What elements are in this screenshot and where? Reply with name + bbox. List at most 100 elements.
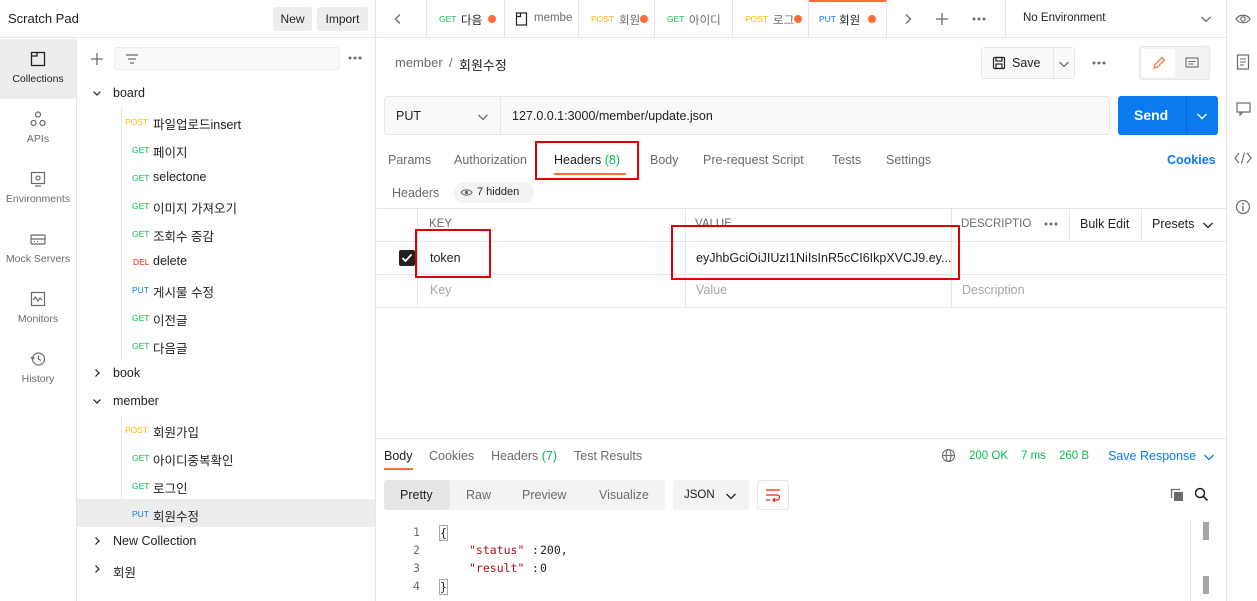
- pretty-button[interactable]: Pretty: [384, 480, 450, 510]
- chevron-right-icon[interactable]: [903, 13, 913, 25]
- preview-button[interactable]: Preview: [522, 488, 566, 502]
- bulk-edit-button[interactable]: Bulk Edit: [1080, 217, 1129, 231]
- code-icon[interactable]: [1234, 152, 1252, 164]
- save-button[interactable]: Save: [981, 47, 1075, 79]
- scrollbar[interactable]: [1203, 522, 1209, 540]
- more-options-icon[interactable]: [1092, 61, 1106, 65]
- hidden-headers-toggle[interactable]: 7 hidden: [454, 182, 534, 203]
- chevron-down-icon[interactable]: [1203, 452, 1215, 462]
- request-item[interactable]: GET 로그인: [77, 471, 375, 499]
- url-bar: PUT 127.0.0.1:3000/member/update.json: [384, 96, 1110, 135]
- tab-prerequest-script[interactable]: Pre-request Script: [703, 153, 804, 167]
- chevron-down-icon[interactable]: [477, 112, 489, 122]
- response-tab-headers[interactable]: Headers (7): [491, 449, 557, 463]
- request-tab[interactable]: POST 로그: [733, 0, 809, 38]
- tab-tests[interactable]: Tests: [832, 153, 861, 167]
- plus-icon[interactable]: [90, 52, 104, 66]
- edit-mode-button[interactable]: [1142, 49, 1175, 77]
- folder-member[interactable]: member: [77, 387, 375, 415]
- request-item[interactable]: GET 조회수 증감: [77, 219, 375, 247]
- send-button[interactable]: Send: [1118, 96, 1218, 135]
- new-description-placeholder[interactable]: Description: [962, 283, 1025, 297]
- tab-scroll-left[interactable]: [377, 0, 427, 38]
- folder-new-collection[interactable]: New Collection: [77, 527, 375, 555]
- request-tab[interactable]: GET 다음: [427, 0, 505, 38]
- request-item[interactable]: GET 이전글: [77, 303, 375, 331]
- breadcrumb-parent[interactable]: member: [395, 55, 443, 70]
- wrap-lines-button[interactable]: [757, 480, 789, 510]
- more-options-icon[interactable]: [972, 17, 986, 21]
- tab-settings[interactable]: Settings: [886, 153, 931, 167]
- more-options-icon[interactable]: [348, 56, 362, 60]
- rail-history[interactable]: History: [0, 339, 76, 399]
- header-enabled-checkbox[interactable]: [399, 250, 415, 266]
- apis-icon: [30, 111, 46, 127]
- new-button[interactable]: New: [273, 7, 312, 31]
- documentation-icon[interactable]: [1236, 54, 1250, 70]
- json-key: "result": [469, 561, 525, 575]
- rail-environments[interactable]: Environments: [0, 159, 76, 219]
- rail-monitors[interactable]: Monitors: [0, 279, 76, 339]
- chevron-down-icon[interactable]: [1058, 59, 1070, 69]
- request-item[interactable]: POST 파일업로드insert: [77, 107, 375, 135]
- cookies-link[interactable]: Cookies: [1167, 153, 1216, 167]
- url-input[interactable]: 127.0.0.1:3000/member/update.json: [512, 109, 713, 123]
- rail-apis[interactable]: APIs: [0, 99, 76, 159]
- request-label: 이미지 가져오기: [153, 202, 237, 216]
- request-item[interactable]: POST 회원가입: [77, 415, 375, 443]
- rail-collections[interactable]: Collections: [0, 39, 76, 99]
- environment-selector[interactable]: No Environment: [1023, 12, 1105, 24]
- copy-icon[interactable]: [1170, 488, 1184, 502]
- folder-hoewon[interactable]: 회원: [77, 555, 375, 583]
- new-key-placeholder[interactable]: Key: [430, 283, 452, 297]
- request-tab[interactable]: membe: [505, 0, 579, 38]
- tab-body[interactable]: Body: [650, 153, 679, 167]
- response-body-editor[interactable]: 1 2 3 4 { "status" : 200, "result" : 0 }: [377, 520, 1226, 601]
- request-item[interactable]: GET 이미지 가져오기: [77, 191, 375, 219]
- save-response-button[interactable]: Save Response: [1108, 449, 1196, 463]
- new-value-placeholder[interactable]: Value: [696, 283, 727, 297]
- comments-icon[interactable]: [1236, 102, 1251, 116]
- search-icon[interactable]: [1194, 487, 1209, 502]
- request-label: 파일업로드insert: [153, 118, 242, 132]
- filter-input[interactable]: [114, 47, 340, 70]
- chevron-down-icon[interactable]: [1202, 220, 1214, 230]
- comment-icon[interactable]: [1185, 57, 1199, 70]
- line-number: 4: [413, 579, 420, 593]
- response-tab-cookies[interactable]: Cookies: [429, 449, 474, 463]
- method-selector[interactable]: PUT: [396, 109, 421, 123]
- more-options-icon[interactable]: [1044, 222, 1058, 226]
- format-selector[interactable]: JSON: [673, 480, 749, 510]
- folder-board[interactable]: board: [77, 79, 375, 107]
- info-icon[interactable]: [1235, 199, 1251, 215]
- request-item[interactable]: GET 아이디중복확인: [77, 443, 375, 471]
- visualize-button[interactable]: Visualize: [599, 488, 649, 502]
- request-item[interactable]: GET selectone: [77, 163, 375, 191]
- method-badge: PUT: [132, 509, 149, 519]
- presets-dropdown[interactable]: Presets: [1152, 217, 1194, 231]
- rail-mock-servers[interactable]: Mock Servers: [0, 219, 76, 279]
- tab-authorization[interactable]: Authorization: [454, 153, 527, 167]
- chevron-down-icon[interactable]: [1200, 14, 1212, 24]
- raw-button[interactable]: Raw: [466, 488, 491, 502]
- response-tab-test-results[interactable]: Test Results: [574, 449, 642, 463]
- folder-book[interactable]: book: [77, 359, 375, 387]
- request-tab[interactable]: POST 회원: [579, 0, 655, 38]
- import-button[interactable]: Import: [317, 7, 368, 31]
- request-item[interactable]: DEL delete: [77, 247, 375, 275]
- request-item[interactable]: GET 다음글: [77, 331, 375, 359]
- request-item[interactable]: GET 페이지: [77, 135, 375, 163]
- wrap-lines-icon: [766, 489, 781, 502]
- eye-icon[interactable]: [1235, 12, 1251, 26]
- line-number: 1: [413, 525, 420, 539]
- chevron-down-icon[interactable]: [1196, 111, 1208, 121]
- plus-icon[interactable]: [935, 12, 949, 26]
- request-item-selected[interactable]: PUT 회원수정: [77, 499, 375, 527]
- tab-params[interactable]: Params: [388, 153, 431, 167]
- request-item[interactable]: PUT 게시물 수정: [77, 275, 375, 303]
- response-tab-body[interactable]: Body: [384, 449, 413, 463]
- request-tab-active[interactable]: PUT 회원: [809, 0, 887, 38]
- globe-icon[interactable]: [941, 448, 956, 463]
- scrollbar[interactable]: [1203, 576, 1209, 594]
- request-tab[interactable]: GET 아이디: [655, 0, 733, 38]
